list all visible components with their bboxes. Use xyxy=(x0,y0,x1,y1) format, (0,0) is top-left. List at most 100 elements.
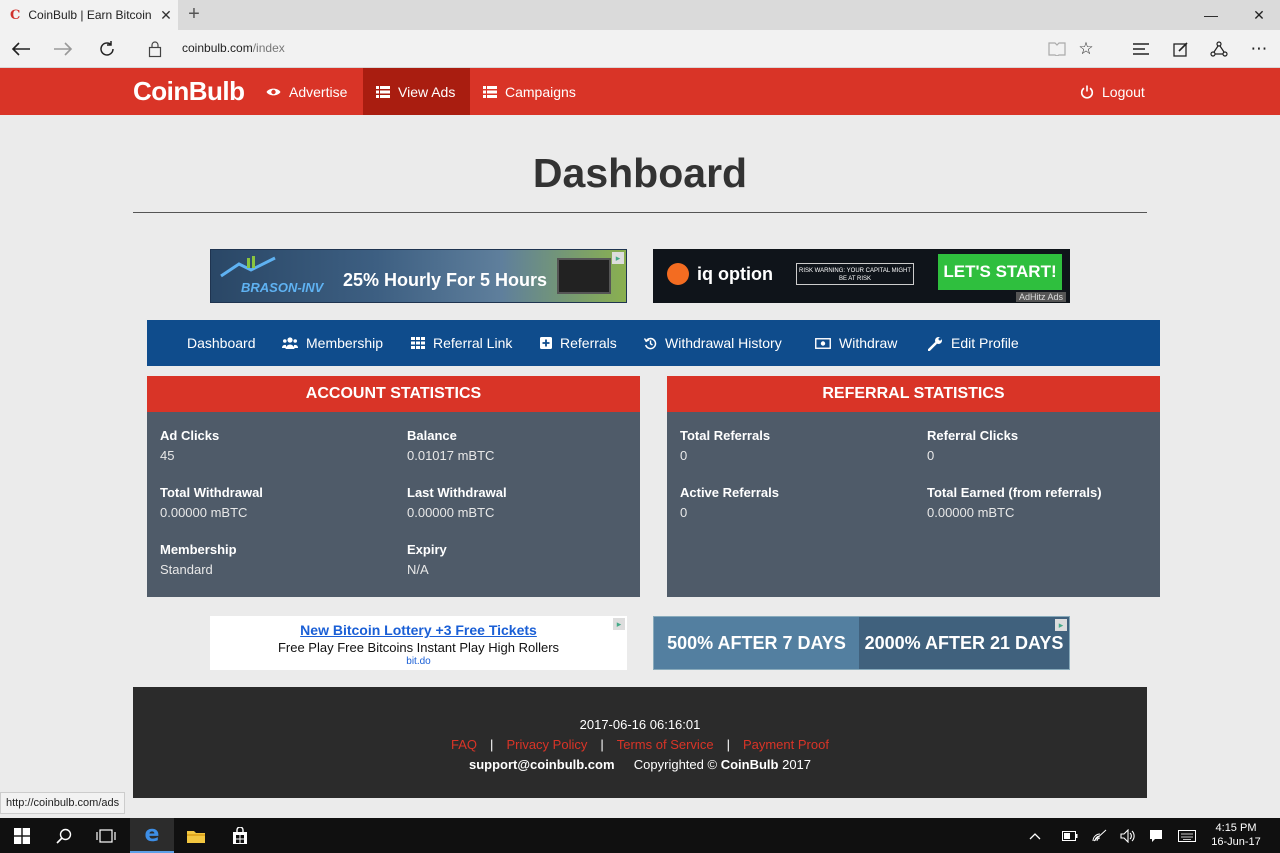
search-icon[interactable] xyxy=(42,818,86,853)
nav-campaigns[interactable]: Campaigns xyxy=(470,68,589,115)
power-icon xyxy=(1080,85,1094,99)
start-icon[interactable] xyxy=(0,818,44,853)
stat-value: 0 xyxy=(927,448,935,463)
referral-statistics-panel: REFERRAL STATISTICS Total Referrals 0 Re… xyxy=(667,376,1160,597)
ad-banner-iqoption[interactable]: iq option RISK WARNING: YOUR CAPITAL MIG… xyxy=(653,249,1070,303)
ad-choices-icon[interactable]: ▸ xyxy=(613,618,625,630)
file-explorer-icon[interactable] xyxy=(174,818,218,853)
footer-links: FAQ | Privacy Policy | Terms of Service | Paym… xyxy=(133,737,1147,752)
logout-button[interactable]: Logout xyxy=(1067,68,1158,115)
plus-square-icon xyxy=(540,337,552,349)
stat-label: Ad Clicks xyxy=(160,428,220,443)
edge-icon[interactable]: e xyxy=(130,818,174,853)
stat-last-withdrawal: Last Withdrawal 0.00000 mBTC xyxy=(407,485,507,520)
window-close-icon[interactable]: ✕ xyxy=(1236,0,1280,30)
eye-icon xyxy=(266,87,281,97)
account-statistics-panel: ACCOUNT STATISTICS Ad Clicks 45 Balance … xyxy=(147,376,640,597)
menu-referral-link[interactable]: Referral Link xyxy=(411,320,512,366)
ad-brand-text: iq option xyxy=(697,263,773,284)
wifi-icon[interactable] xyxy=(1085,818,1115,853)
copyright-brand: CoinBulb xyxy=(720,757,779,772)
stat-value: 45 xyxy=(160,448,175,463)
stat-label: Expiry xyxy=(407,542,447,557)
browser-tab[interactable]: C CoinBulb | Earn Bitcoin ✕ xyxy=(0,0,178,30)
task-view-icon[interactable] xyxy=(84,818,128,853)
ad-choices-icon[interactable]: ▸ xyxy=(612,252,624,264)
browser-tab-bar: C CoinBulb | Earn Bitcoin ✕ + — ✕ xyxy=(0,0,1280,30)
menu-membership-label: Membership xyxy=(306,335,384,351)
footer-link-faq[interactable]: FAQ xyxy=(451,737,477,752)
keyboard-icon[interactable] xyxy=(1172,818,1202,853)
money-icon xyxy=(815,337,831,349)
menu-referrals[interactable]: Referrals xyxy=(540,320,617,366)
stat-label: Total Withdrawal xyxy=(160,485,263,500)
separator: | xyxy=(490,737,494,752)
action-center-icon[interactable] xyxy=(1141,818,1171,853)
ad-text: 25% Hourly For 5 Hours xyxy=(343,270,548,290)
ad-cta-button[interactable]: LET'S START! xyxy=(938,254,1062,290)
ad-text: Free Play Free Bitcoins Instant Play Hig… xyxy=(277,640,560,655)
menu-membership[interactable]: Membership xyxy=(282,320,383,366)
footer-link-terms[interactable]: Terms of Service xyxy=(617,737,714,752)
title-divider xyxy=(133,212,1147,213)
stat-value: 0 xyxy=(680,448,688,463)
footer-link-payment-proof[interactable]: Payment Proof xyxy=(743,737,829,752)
more-icon[interactable]: ⋯ xyxy=(1244,34,1274,64)
menu-edit-profile[interactable]: Edit Profile xyxy=(928,320,1019,366)
web-note-icon[interactable] xyxy=(1166,34,1196,64)
ad-url[interactable]: bit.do xyxy=(210,656,627,667)
stat-active-referrals: Active Referrals 0 xyxy=(680,485,779,520)
stat-value: 0.01017 mBTC xyxy=(407,448,495,463)
nav-advertise[interactable]: Advertise xyxy=(253,68,360,115)
address-bar: coinbulb.com/index ☆ ⋯ xyxy=(0,30,1280,68)
monitor-image xyxy=(557,258,611,294)
battery-icon[interactable] xyxy=(1055,818,1085,853)
referral-statistics-title: REFERRAL STATISTICS xyxy=(667,376,1160,412)
show-hidden-icons-icon[interactable] xyxy=(1020,818,1050,853)
share-icon[interactable] xyxy=(1204,34,1234,64)
stat-label: Membership xyxy=(160,542,237,557)
stat-total-withdrawal: Total Withdrawal 0.00000 mBTC xyxy=(160,485,263,520)
tab-close-icon[interactable]: ✕ xyxy=(154,7,178,24)
favorite-star-icon[interactable]: ☆ xyxy=(1071,34,1101,64)
url-field[interactable]: coinbulb.com/index xyxy=(182,41,285,55)
ad-text-lottery[interactable]: New Bitcoin Lottery +3 Free Tickets Free… xyxy=(210,616,627,670)
copyright-year: 2017 xyxy=(782,757,812,772)
nav-view-ads[interactable]: View Ads xyxy=(363,68,470,115)
list-icon xyxy=(483,85,497,98)
dashboard-menu: Dashboard Membership Referral Link Refer… xyxy=(147,320,1160,366)
site-logo[interactable]: CoinBulb xyxy=(133,76,245,107)
menu-edit-profile-label: Edit Profile xyxy=(951,335,1019,351)
footer-link-privacy[interactable]: Privacy Policy xyxy=(506,737,587,752)
menu-dashboard[interactable]: Dashboard xyxy=(187,320,256,366)
ad-headline[interactable]: New Bitcoin Lottery +3 Free Tickets xyxy=(210,622,627,638)
copyright-prefix: Copyrighted © xyxy=(633,757,718,772)
tab-title: CoinBulb | Earn Bitcoin xyxy=(28,8,152,22)
new-tab-icon[interactable]: + xyxy=(182,3,206,27)
stat-value: 0.00000 mBTC xyxy=(927,505,1015,520)
forward-icon[interactable] xyxy=(48,34,78,64)
reading-view-icon[interactable] xyxy=(1042,34,1072,64)
ad-banner-returns[interactable]: 500% AFTER 7 DAYS 2000% AFTER 21 DAYS ▸ xyxy=(653,616,1070,670)
back-icon[interactable] xyxy=(6,34,36,64)
menu-referral-link-label: Referral Link xyxy=(433,335,513,351)
site-navbar: CoinBulb Advertise View Ads Campaigns Lo… xyxy=(0,68,1280,115)
support-email[interactable]: support@coinbulb.com xyxy=(469,757,615,772)
nav-advertise-label: Advertise xyxy=(289,83,348,100)
stat-value: 0.00000 mBTC xyxy=(407,505,495,520)
hub-icon[interactable] xyxy=(1126,34,1156,64)
taskbar-clock[interactable]: 4:15 PM 16-Jun-17 xyxy=(1208,821,1264,849)
refresh-icon[interactable] xyxy=(92,34,122,64)
stat-referral-clicks: Referral Clicks 0 xyxy=(927,428,1018,463)
separator: | xyxy=(600,737,604,752)
volume-icon[interactable] xyxy=(1113,818,1143,853)
ad-banner-brason[interactable]: BRASON-INV 25% Hourly For 5 Hours ▸ xyxy=(210,249,627,303)
menu-withdrawal-history[interactable]: Withdrawal History xyxy=(644,320,782,366)
menu-withdraw[interactable]: Withdraw xyxy=(815,320,897,366)
menu-dashboard-label: Dashboard xyxy=(187,335,256,351)
store-icon[interactable] xyxy=(218,818,262,853)
list-icon xyxy=(376,85,390,98)
stat-label: Referral Clicks xyxy=(927,428,1019,443)
ad-choices-icon[interactable]: ▸ xyxy=(1055,619,1067,631)
separator: | xyxy=(726,737,730,752)
